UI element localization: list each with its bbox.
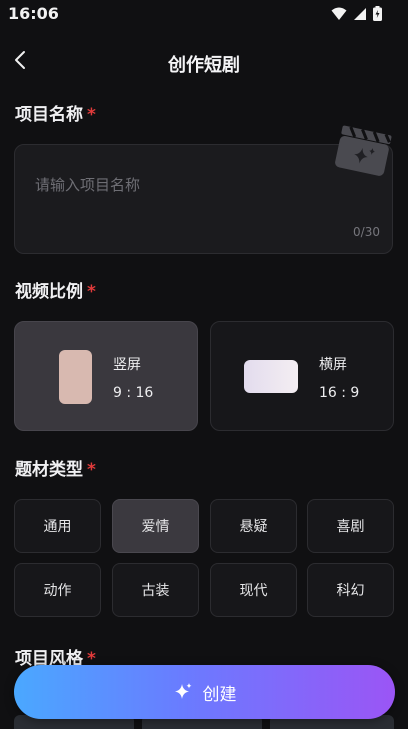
genre-chip[interactable]: 通用	[14, 499, 101, 553]
sparkle-icon	[174, 683, 191, 699]
required-mark: *	[87, 460, 96, 480]
project-name-label: 项目名称 *	[15, 100, 96, 125]
genre-chip[interactable]: 科幻	[307, 563, 394, 617]
ratio-option-value: 16 : 9	[319, 385, 360, 401]
battery-icon	[373, 6, 382, 21]
genre-chip[interactable]: 古装	[112, 563, 199, 617]
genre-chip[interactable]: 悬疑	[210, 499, 297, 553]
project-name-input[interactable]	[33, 175, 337, 195]
create-button[interactable]: 创建	[14, 665, 395, 719]
genre-chip[interactable]: 现代	[210, 563, 297, 617]
ratio-option-value: 9 : 16	[113, 385, 154, 401]
wifi-icon	[331, 7, 347, 20]
signal-icon	[354, 7, 366, 20]
genre-label-text: 题材类型	[15, 460, 83, 480]
genre-chip[interactable]: 动作	[14, 563, 101, 617]
ratio-option-name: 横屏	[319, 357, 347, 373]
clapperboard-icon	[335, 125, 392, 176]
status-time: 16:06	[8, 4, 59, 23]
ratio-option-name: 竖屏	[113, 357, 141, 373]
page-title: 创作短剧	[168, 55, 240, 76]
portrait-preview	[59, 350, 92, 404]
status-icons	[331, 6, 382, 21]
project-name-label-text: 项目名称	[15, 105, 83, 125]
ratio-option-landscape[interactable]: 横屏 16 : 9	[210, 321, 394, 431]
create-button-label: 创建	[202, 684, 237, 705]
char-counter: 0/30	[353, 225, 380, 239]
genre-chip[interactable]: 喜剧	[307, 499, 394, 553]
required-mark: *	[87, 105, 96, 125]
aspect-ratio-label: 视频比例 *	[15, 277, 96, 302]
aspect-ratio-label-text: 视频比例	[15, 282, 83, 302]
ratio-option-portrait[interactable]: 竖屏 9 : 16	[14, 321, 198, 431]
status-bar: 16:06	[0, 0, 408, 28]
landscape-preview	[244, 360, 298, 393]
required-mark: *	[87, 282, 96, 302]
genre-label: 题材类型 *	[15, 455, 96, 480]
genre-chip-selected[interactable]: 爱情	[112, 499, 199, 553]
